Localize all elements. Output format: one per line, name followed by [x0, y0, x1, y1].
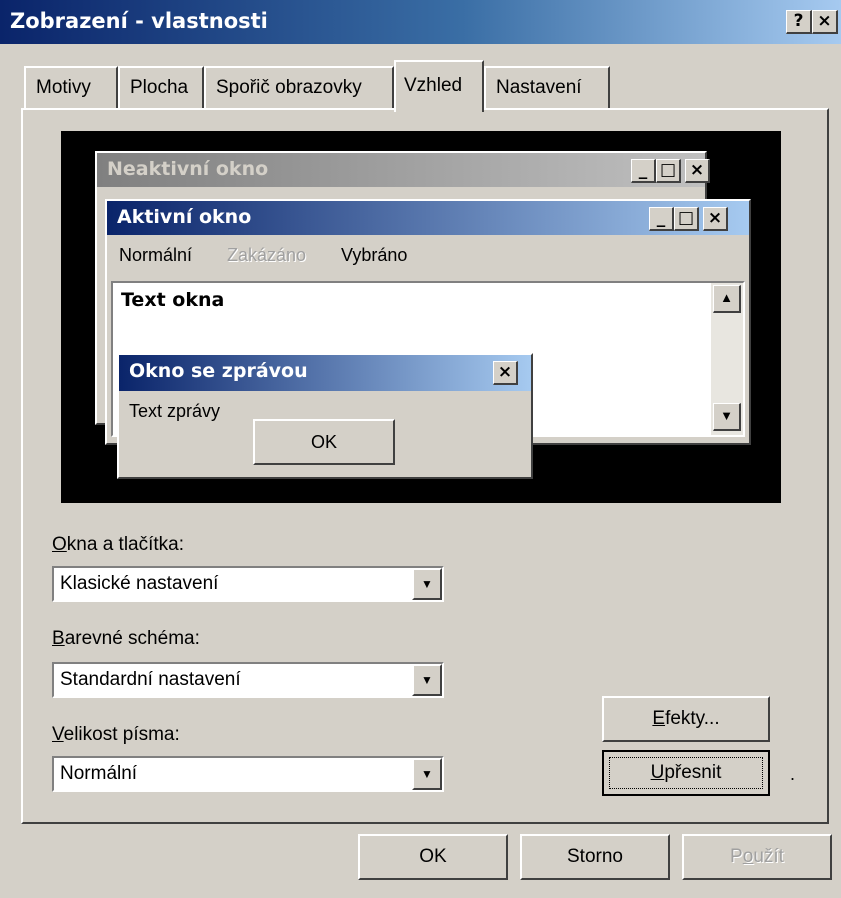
apply-button[interactable]: Použít — [682, 834, 832, 880]
active-maximize-icon: □ — [674, 207, 699, 231]
scroll-down-icon: ▼ — [713, 403, 741, 431]
color-scheme-label: Barevné schéma: — [52, 628, 200, 649]
window-text: Text okna — [121, 289, 225, 311]
tab-vzhled[interactable]: Vzhled — [394, 60, 484, 112]
chevron-down-icon[interactable]: ▼ — [412, 664, 442, 696]
active-close-icon: × — [703, 207, 728, 231]
message-window-title: Okno se zprávou — [119, 355, 531, 391]
tab-motivy[interactable]: Motivy — [24, 66, 118, 108]
menu-disabled: Zakázáno — [227, 245, 307, 265]
advanced-button[interactable]: Upřesnit — [602, 750, 770, 796]
message-window: Okno se zprávou × Text zprávy OK — [117, 353, 533, 479]
message-ok-button: OK — [253, 419, 395, 465]
windows-buttons-label: Okna a tlačítka: — [52, 534, 185, 555]
focus-rectangle — [609, 757, 763, 789]
color-scheme-select[interactable]: Standardní nastavení ▼ — [52, 662, 444, 698]
cancel-button[interactable]: Storno — [520, 834, 670, 880]
chevron-down-icon[interactable]: ▼ — [412, 568, 442, 600]
inactive-minimize-icon: _ — [631, 159, 656, 183]
windows-buttons-select[interactable]: Klasické nastavení ▼ — [52, 566, 444, 602]
menu-normal: Normální — [119, 245, 193, 265]
effects-button[interactable]: Efekty... — [602, 696, 770, 742]
window-title: Zobrazení - vlastnosti — [10, 9, 268, 33]
inactive-close-icon: × — [685, 159, 710, 183]
windows-buttons-value: Klasické nastavení — [60, 573, 219, 594]
font-size-select[interactable]: Normální ▼ — [52, 756, 444, 792]
message-text: Text zprávy — [129, 401, 221, 421]
scroll-up-icon: ▲ — [713, 285, 741, 313]
tab-nastaveni[interactable]: Nastavení — [484, 66, 610, 108]
menu-selected: Vybráno — [341, 245, 408, 265]
message-close-icon: × — [493, 361, 518, 385]
appearance-preview: Neaktivní okno _ □ × Aktivní okno _ □ × … — [61, 131, 781, 503]
chevron-down-icon[interactable]: ▼ — [412, 758, 442, 790]
ok-button[interactable]: OK — [358, 834, 508, 880]
help-button[interactable]: ? — [786, 10, 812, 34]
stray-dot: . — [790, 764, 796, 784]
inactive-window-title: Neaktivní okno — [97, 153, 705, 187]
tab-sporic[interactable]: Spořič obrazovky — [204, 66, 394, 108]
font-size-value: Normální — [60, 763, 138, 784]
inactive-maximize-icon: □ — [656, 159, 681, 183]
tab-plocha[interactable]: Plocha — [118, 66, 204, 108]
close-button[interactable]: × — [812, 10, 838, 34]
active-minimize-icon: _ — [649, 207, 674, 231]
font-size-label: Velikost písma: — [52, 724, 180, 745]
color-scheme-value: Standardní nastavení — [60, 669, 241, 690]
